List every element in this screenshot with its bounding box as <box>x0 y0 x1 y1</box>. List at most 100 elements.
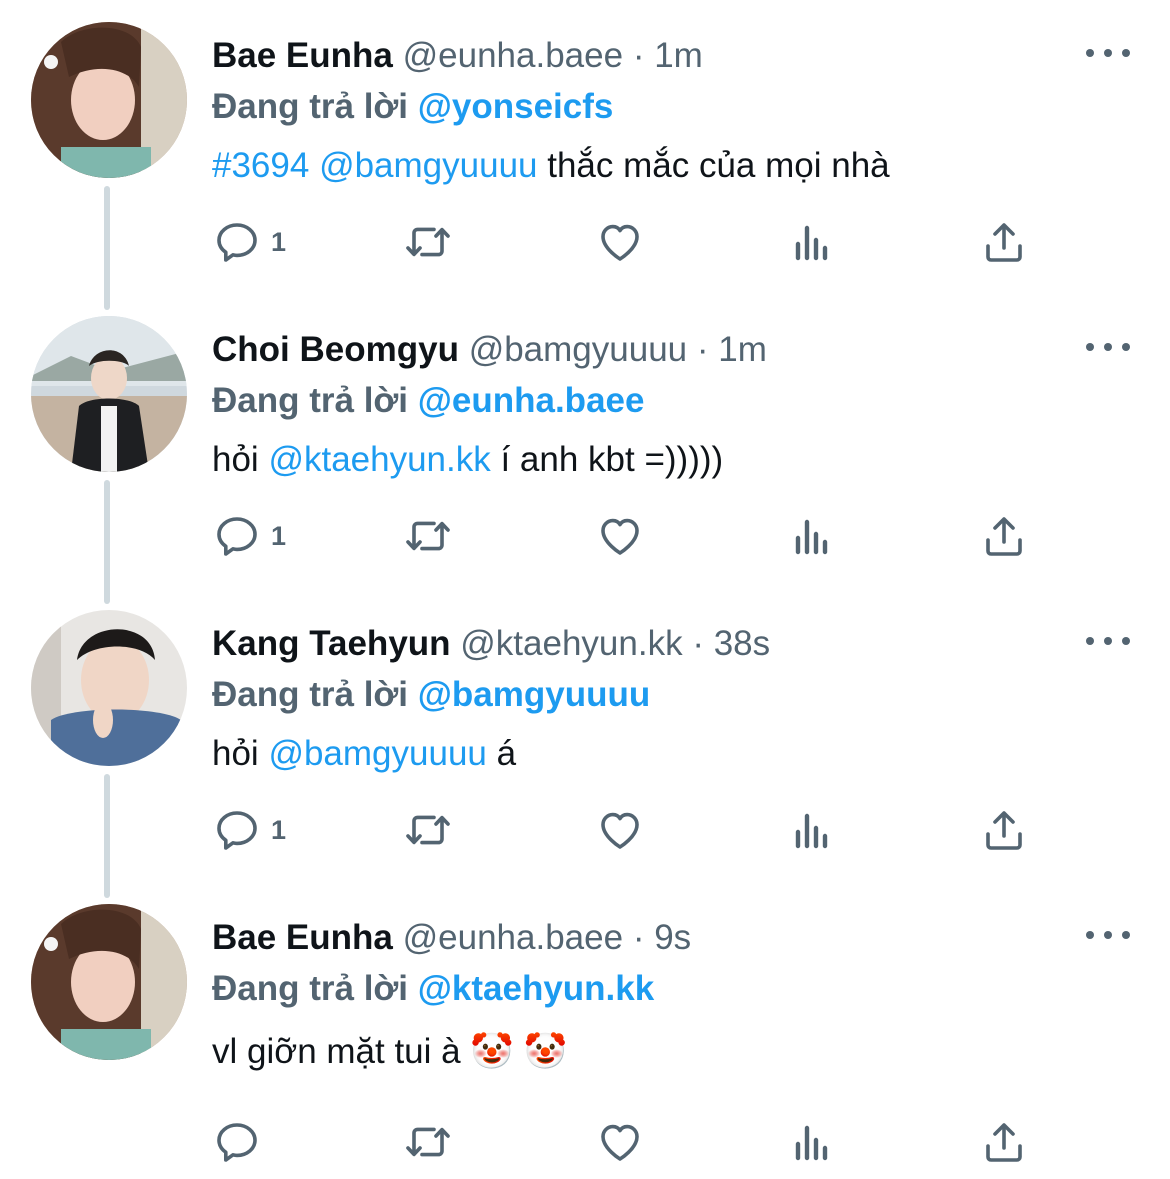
share-button[interactable] <box>980 1114 1028 1170</box>
tweet-header: Kang Taehyun @ktaehyun.kk · 38s <box>212 620 770 668</box>
like-icon <box>596 512 644 560</box>
replying-to: Đang trả lời @eunha.baee <box>212 376 644 426</box>
tweet-actions: 1 <box>0 214 1170 270</box>
retweet-button[interactable] <box>404 214 452 270</box>
more-icon[interactable] <box>1086 626 1130 656</box>
more-icon[interactable] <box>1086 332 1130 362</box>
hashtag-link[interactable]: #3694 <box>212 146 309 185</box>
user-handle[interactable]: @bamgyuuuu <box>469 330 687 369</box>
tweet-text-before: hỏi <box>212 734 269 773</box>
replying-label: Đang trả lời <box>212 381 409 420</box>
avatar[interactable] <box>31 610 187 766</box>
display-name[interactable]: Bae Eunha <box>212 918 393 957</box>
reply-icon <box>213 218 261 266</box>
tweet[interactable]: Bae Eunha @eunha.baee · 1m Đang trả lời … <box>0 22 1170 282</box>
tweet-text-after: á <box>486 734 517 773</box>
user-handle[interactable]: @ktaehyun.kk <box>460 624 682 663</box>
avatar-photo <box>31 22 187 178</box>
display-name[interactable]: Kang Taehyun <box>212 624 451 663</box>
like-button[interactable] <box>596 802 644 858</box>
retweet-button[interactable] <box>404 508 452 564</box>
more-icon[interactable] <box>1086 920 1130 950</box>
reply-count: 1 <box>271 814 287 845</box>
replying-label: Đang trả lời <box>212 969 409 1008</box>
tweet-text-content: thắc mắc của mọi nhà <box>537 146 890 185</box>
share-icon <box>980 1118 1028 1166</box>
reply-icon <box>213 1118 261 1166</box>
analytics-icon <box>788 218 836 266</box>
retweet-button[interactable] <box>404 1114 452 1170</box>
avatar[interactable] <box>31 904 187 1060</box>
share-icon <box>980 806 1028 854</box>
mention-link[interactable]: @bamgyuuuu <box>319 146 537 185</box>
analytics-button[interactable] <box>788 1114 836 1170</box>
like-button[interactable] <box>596 508 644 564</box>
avatar-photo <box>31 316 187 472</box>
dot-separator: · <box>696 330 709 369</box>
avatar[interactable] <box>31 316 187 472</box>
like-icon <box>596 218 644 266</box>
reply-button[interactable]: 1 <box>213 214 286 270</box>
replying-label: Đang trả lời <box>212 675 409 714</box>
tweet[interactable]: Kang Taehyun @ktaehyun.kk · 38s Đang trả… <box>0 610 1170 870</box>
more-icon[interactable] <box>1086 38 1130 68</box>
user-handle[interactable]: @eunha.baee <box>403 36 623 75</box>
display-name[interactable]: Bae Eunha <box>212 36 393 75</box>
reply-button[interactable]: 1 <box>213 802 286 858</box>
tweet-actions <box>0 1114 1170 1170</box>
tweet[interactable]: Choi Beomgyu @bamgyuuuu · 1m Đang trả lờ… <box>0 316 1170 576</box>
tweet-header: Bae Eunha @eunha.baee · 1m <box>212 32 703 80</box>
tweet-header: Choi Beomgyu @bamgyuuuu · 1m <box>212 326 767 374</box>
replying-to: Đang trả lời @bamgyuuuu <box>212 670 650 720</box>
share-button[interactable] <box>980 802 1028 858</box>
reply-icon <box>213 512 261 560</box>
like-button[interactable] <box>596 1114 644 1170</box>
replying-label: Đang trả lời <box>212 87 409 126</box>
avatar-photo <box>31 610 187 766</box>
replying-handle-link[interactable]: @yonseicfs <box>418 87 614 126</box>
share-icon <box>980 512 1028 560</box>
replying-handle-link[interactable]: @eunha.baee <box>418 381 645 420</box>
timestamp[interactable]: 1m <box>654 36 703 75</box>
timestamp[interactable]: 38s <box>714 624 770 663</box>
like-button[interactable] <box>596 214 644 270</box>
tweet[interactable]: Bae Eunha @eunha.baee · 9s Đang trả lời … <box>0 904 1170 1174</box>
reply-count: 1 <box>271 520 287 551</box>
mention-link[interactable]: @bamgyuuuu <box>268 734 486 773</box>
tweet-text: #3694 @bamgyuuuu thắc mắc của mọi nhà <box>212 140 890 192</box>
share-button[interactable] <box>980 214 1028 270</box>
tweet-text: vl giỡn mặt tui à 🤡 🤡 <box>212 1032 568 1071</box>
retweet-button[interactable] <box>404 802 452 858</box>
reply-count: 1 <box>271 226 287 257</box>
dot-separator: · <box>632 36 645 75</box>
share-icon <box>980 218 1028 266</box>
analytics-icon <box>788 1118 836 1166</box>
analytics-button[interactable] <box>788 508 836 564</box>
tweet-actions: 1 <box>0 508 1170 564</box>
avatar[interactable] <box>31 22 187 178</box>
like-icon <box>596 806 644 854</box>
reply-button[interactable]: 1 <box>213 508 286 564</box>
text-space <box>309 146 319 185</box>
retweet-icon <box>404 218 452 266</box>
tweet-header: Bae Eunha @eunha.baee · 9s <box>212 914 691 962</box>
replying-handle-link[interactable]: @bamgyuuuu <box>418 675 650 714</box>
mention-link[interactable]: @ktaehyun.kk <box>268 440 490 479</box>
retweet-icon <box>404 806 452 854</box>
timestamp[interactable]: 1m <box>718 330 767 369</box>
display-name[interactable]: Choi Beomgyu <box>212 330 459 369</box>
reply-button[interactable] <box>213 1114 271 1170</box>
replying-to: Đang trả lời @yonseicfs <box>212 82 613 132</box>
replying-handle-link[interactable]: @ktaehyun.kk <box>418 969 654 1008</box>
tweet-text-before: hỏi <box>212 440 269 479</box>
analytics-button[interactable] <box>788 802 836 858</box>
analytics-icon <box>788 512 836 560</box>
avatar-photo <box>31 904 187 1060</box>
dot-separator: · <box>632 918 645 957</box>
timestamp[interactable]: 9s <box>654 918 691 957</box>
share-button[interactable] <box>980 508 1028 564</box>
like-icon <box>596 1118 644 1166</box>
user-handle[interactable]: @eunha.baee <box>403 918 623 957</box>
analytics-button[interactable] <box>788 214 836 270</box>
tweet-actions: 1 <box>0 802 1170 858</box>
